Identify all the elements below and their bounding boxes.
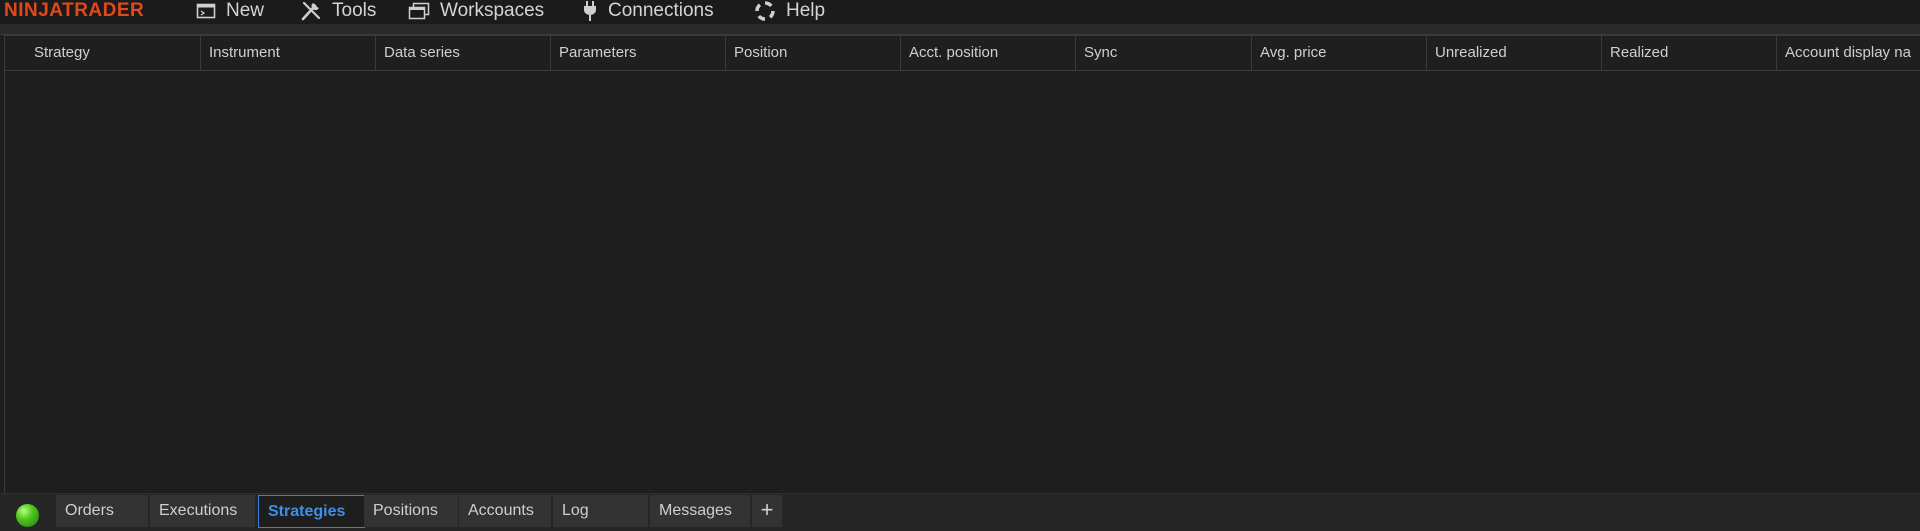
tab-positions[interactable]: Positions <box>364 495 458 527</box>
menu-help-label: Help <box>786 0 826 21</box>
column-position[interactable]: Position <box>726 36 901 70</box>
workspaces-icon <box>408 2 430 20</box>
tab-log[interactable]: Log <box>553 495 648 527</box>
tab-orders[interactable]: Orders <box>56 495 148 527</box>
menu-new[interactable]: New <box>196 0 264 22</box>
menu-connections[interactable]: Connections <box>582 0 714 22</box>
strategies-grid[interactable]: Strategy Instrument Data series Paramete… <box>4 35 1920 494</box>
column-sync[interactable]: Sync <box>1076 36 1252 70</box>
menu-workspaces[interactable]: Workspaces <box>408 0 544 22</box>
toolbar-separator <box>0 24 1920 35</box>
tools-icon <box>300 1 322 21</box>
connection-status-icon <box>16 504 39 527</box>
menu-help[interactable]: Help <box>754 0 825 22</box>
tab-strategies[interactable]: Strategies <box>258 495 365 528</box>
grid-body <box>5 71 1920 494</box>
plug-icon <box>582 0 598 22</box>
column-avg-price[interactable]: Avg. price <box>1252 36 1427 70</box>
tab-accounts[interactable]: Accounts <box>459 495 551 527</box>
lifebuoy-icon <box>754 0 776 22</box>
column-instrument[interactable]: Instrument <box>201 36 376 70</box>
menu-connections-label: Connections <box>608 0 714 21</box>
column-unrealized[interactable]: Unrealized <box>1427 36 1602 70</box>
menu-new-label: New <box>226 0 265 21</box>
menu-tools[interactable]: Tools <box>300 0 376 22</box>
grid-header: Strategy Instrument Data series Paramete… <box>5 36 1920 71</box>
add-tab-button[interactable]: + <box>752 495 782 527</box>
column-realized[interactable]: Realized <box>1602 36 1777 70</box>
column-account-display-name[interactable]: Account display na <box>1777 36 1920 70</box>
tab-executions[interactable]: Executions <box>150 495 255 527</box>
ninjatrader-logo: NINJATRADER <box>4 0 145 21</box>
tab-messages[interactable]: Messages <box>650 495 750 527</box>
column-acct-position[interactable]: Acct. position <box>901 36 1076 70</box>
menu-bar: NINJATRADER New Tools Workspaces Connect… <box>0 0 1920 24</box>
column-data-series[interactable]: Data series <box>376 36 551 70</box>
menu-workspaces-label: Workspaces <box>440 0 545 21</box>
control-center-window: NINJATRADER New Tools Workspaces Connect… <box>0 0 1920 531</box>
menu-tools-label: Tools <box>332 0 377 21</box>
column-parameters[interactable]: Parameters <box>551 36 726 70</box>
new-window-icon <box>196 2 216 20</box>
column-strategy[interactable]: Strategy <box>5 36 201 70</box>
